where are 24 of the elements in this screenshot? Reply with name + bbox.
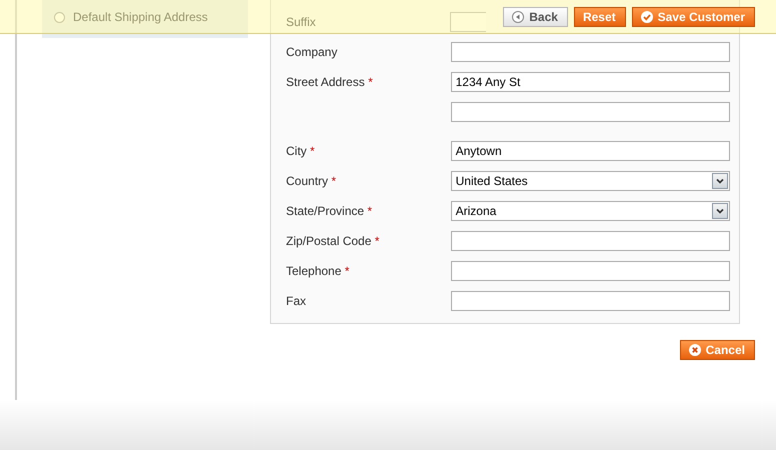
input-field[interactable]	[450, 231, 730, 251]
field-label: Fax	[286, 294, 306, 308]
close-icon	[688, 344, 701, 356]
field-label: Country *	[286, 174, 336, 188]
select-field[interactable]: Arizona	[450, 201, 730, 221]
back-button[interactable]: Back	[503, 6, 568, 26]
input-field[interactable]	[450, 261, 730, 281]
input-field[interactable]	[450, 12, 486, 32]
field-label: City *	[286, 144, 315, 158]
check-icon	[640, 10, 653, 22]
field-label: Telephone *	[286, 264, 350, 278]
field-label: Street Address *	[286, 75, 373, 89]
input-field[interactable]	[450, 102, 730, 122]
input-field[interactable]	[450, 42, 730, 62]
input-field[interactable]: Anytown	[450, 141, 730, 161]
field-label: Company	[286, 45, 338, 59]
select-field[interactable]: United States	[450, 171, 730, 191]
field-label: Zip/Postal Code *	[286, 234, 380, 248]
field-label: State/Province *	[286, 204, 372, 218]
radio-button[interactable]	[54, 12, 65, 22]
input-field[interactable]: 1234 Any St	[450, 72, 730, 92]
radio-label: Default Shipping Address	[73, 10, 208, 24]
field-label: Suffix	[286, 15, 316, 29]
input-field[interactable]	[450, 291, 730, 311]
